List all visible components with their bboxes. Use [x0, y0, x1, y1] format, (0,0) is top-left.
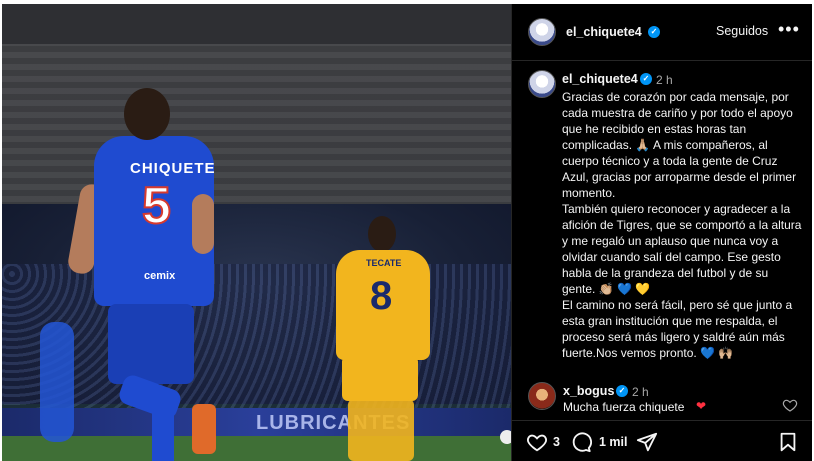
heart-emoji: ❤ — [696, 399, 707, 413]
more-options-icon[interactable]: ••• — [778, 19, 800, 40]
player-arm — [192, 194, 214, 254]
like-heart-icon[interactable] — [526, 431, 548, 453]
post-actions-bar: 3 1 mil — [512, 420, 812, 461]
instagram-post: LUBRICANTES CHIQUETE 5 cemix TECATE 8 el… — [2, 4, 812, 461]
caption-timestamp[interactable]: 2 h — [656, 73, 673, 87]
caption-paragraph: El camino no será fácil, pero sé que jun… — [562, 298, 793, 360]
post-caption: Gracias de corazón por cada mensaje, por… — [562, 89, 802, 361]
comment-timestamp[interactable]: 2 h — [632, 385, 649, 399]
comment-avatar[interactable] — [528, 382, 556, 410]
comment-text: Mucha fuerza chiquete — [563, 400, 685, 414]
verified-badge-icon: ✓ — [640, 73, 652, 85]
opponent-player-legs — [348, 399, 414, 461]
jersey-name: CHIQUETE — [130, 160, 216, 177]
background-player — [40, 322, 74, 442]
caption-paragraph: También quiero reconocer y agradecer a l… — [562, 202, 802, 296]
post-photo[interactable]: LUBRICANTES CHIQUETE 5 cemix TECATE 8 — [2, 4, 511, 461]
comment-like-heart-icon[interactable] — [782, 397, 798, 413]
verified-badge-icon: ✓ — [616, 385, 628, 397]
ball — [500, 430, 511, 444]
caption-paragraph: Gracias de corazón por cada mensaje, por… — [562, 90, 797, 200]
opponent-jersey-sponsor: TECATE — [366, 258, 402, 268]
stadium-roof — [2, 4, 511, 44]
header-username[interactable]: el_chiquete4 — [566, 25, 642, 39]
caption-username[interactable]: el_chiquete4 — [562, 72, 638, 86]
jersey-number: 5 — [141, 176, 172, 236]
opponent-jersey-number: 8 — [370, 274, 393, 318]
opponent-player-head — [368, 216, 396, 252]
player-sock — [152, 404, 174, 461]
save-bookmark-icon[interactable] — [777, 431, 799, 453]
opponent-player-shorts — [342, 356, 418, 401]
comments-count[interactable]: 1 mil — [599, 435, 628, 449]
jersey-sponsor: cemix — [144, 270, 176, 282]
caption-avatar[interactable] — [528, 70, 556, 98]
verified-badge-icon: ✓ — [648, 26, 660, 38]
post-side-panel: el_chiquete4 ✓ Seguidos ••• el_chiquete4… — [511, 4, 812, 461]
player-shorts — [108, 304, 194, 384]
crowd — [2, 264, 511, 424]
share-send-icon[interactable] — [636, 431, 658, 453]
player-boot — [192, 404, 216, 454]
pitch — [2, 436, 511, 461]
likes-count[interactable]: 3 — [553, 435, 560, 449]
player-chiquete-head — [124, 88, 170, 140]
post-header: el_chiquete4 ✓ Seguidos ••• — [512, 4, 812, 61]
avatar[interactable] — [528, 18, 556, 46]
comment-username[interactable]: x_bogus — [563, 384, 614, 398]
following-button[interactable]: Seguidos — [716, 24, 768, 38]
comment-icon[interactable] — [570, 431, 592, 453]
